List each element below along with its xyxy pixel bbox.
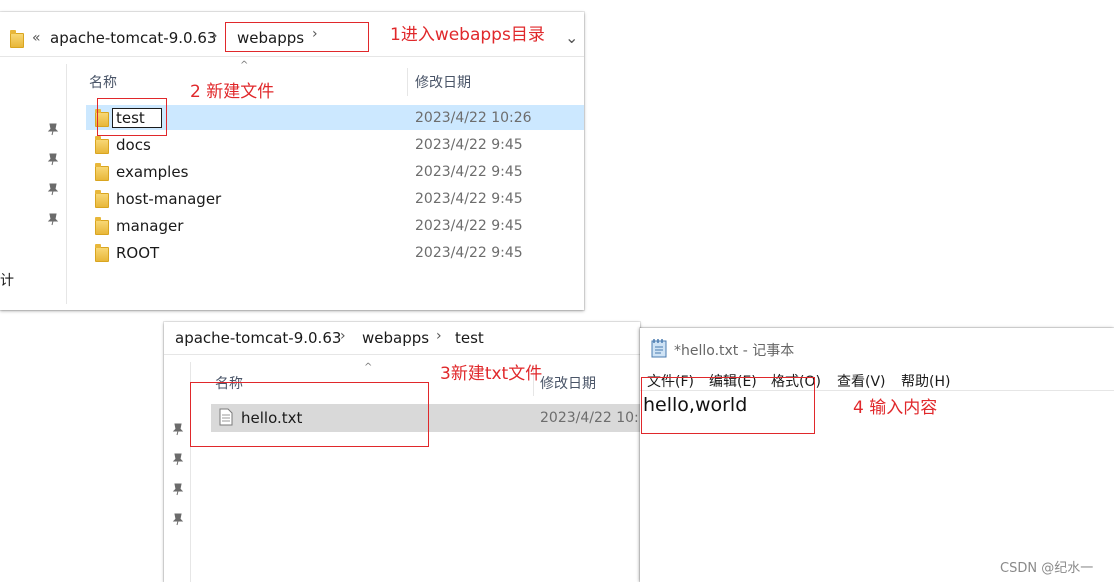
breadcrumb-item[interactable]: test <box>455 329 484 347</box>
file-date: 2023/4/22 9:45 <box>415 137 523 153</box>
folder-icon <box>95 163 109 181</box>
pin-icon[interactable] <box>171 482 185 496</box>
chevron-right-icon[interactable]: › <box>212 28 218 44</box>
notepad-icon <box>651 339 667 358</box>
menu-help[interactable]: 帮助(H) <box>901 371 950 391</box>
column-header-name[interactable]: 名称 <box>89 72 117 92</box>
sort-up-icon: ^ <box>240 60 249 71</box>
folder-icon <box>95 190 109 208</box>
file-date: 2023/4/22 9:45 <box>415 245 523 261</box>
explorer-window-webapps: « apache-tomcat-9.0.63 › webapps › ⌄ 计 ^… <box>0 12 584 310</box>
folder-icon <box>10 30 24 48</box>
column-header-date[interactable]: 修改日期 <box>415 72 471 92</box>
pin-icon[interactable] <box>171 452 185 466</box>
chevron-right-icon[interactable]: › <box>340 328 346 344</box>
pin-icon[interactable] <box>46 122 60 136</box>
file-name[interactable]: manager <box>116 217 183 235</box>
menu-view[interactable]: 查看(V) <box>837 371 886 391</box>
pin-icon[interactable] <box>46 212 60 226</box>
file-name[interactable]: ROOT <box>116 244 159 262</box>
folder-icon <box>95 244 109 262</box>
file-name[interactable]: docs <box>116 136 151 154</box>
annotation-step4: 4 输入内容 <box>853 398 938 418</box>
pin-icon[interactable] <box>171 422 185 436</box>
file-date: 2023/4/22 9:45 <box>415 218 523 234</box>
file-name[interactable]: host-manager <box>116 190 221 208</box>
annotation-box-webapps <box>225 22 369 52</box>
watermark: CSDN @纪水一 <box>1000 561 1094 576</box>
explorer-window-test: apache-tomcat-9.0.63 › webapps › test ^ … <box>164 322 640 582</box>
window-title: *hello.txt - 记事本 <box>674 343 795 359</box>
folder-icon <box>95 136 109 154</box>
column-divider[interactable] <box>407 68 408 96</box>
notepad-window: *hello.txt - 记事本 文件(F) 编辑(E) 格式(O) 查看(V)… <box>640 328 1114 582</box>
pin-icon[interactable] <box>171 512 185 526</box>
sort-up-icon: ^ <box>364 362 373 373</box>
address-divider <box>0 56 584 57</box>
file-date: 2023/4/22 10:26 <box>415 110 532 126</box>
nav-label-fragment[interactable]: 计 <box>0 270 14 290</box>
nav-pane-divider <box>66 64 67 304</box>
annotation-box-content <box>641 377 815 434</box>
file-name[interactable]: examples <box>116 163 188 181</box>
annotation-step3: 3新建txt文件 <box>440 364 543 384</box>
file-date: 2023/4/22 10: <box>540 410 639 426</box>
overflow-chevron-icon[interactable]: « <box>32 30 41 46</box>
column-header-date[interactable]: 修改日期 <box>540 373 596 393</box>
annotation-step2: 2 新建文件 <box>190 82 275 102</box>
annotation-box-new-file <box>190 382 429 447</box>
breadcrumb-item[interactable]: webapps <box>362 329 429 347</box>
breadcrumb-item[interactable]: apache-tomcat-9.0.63 <box>50 29 216 47</box>
pin-icon[interactable] <box>46 152 60 166</box>
breadcrumb-item[interactable]: apache-tomcat-9.0.63 <box>175 329 341 347</box>
pin-icon[interactable] <box>46 182 60 196</box>
chevron-right-icon[interactable]: › <box>436 328 442 344</box>
annotation-step1: 1进入webapps目录 <box>390 25 545 45</box>
annotation-box-new-folder <box>97 98 167 136</box>
folder-icon <box>95 217 109 235</box>
address-dropdown-icon[interactable]: ⌄ <box>565 28 578 47</box>
file-date: 2023/4/22 9:45 <box>415 164 523 180</box>
file-date: 2023/4/22 9:45 <box>415 191 523 207</box>
address-divider <box>164 354 640 355</box>
